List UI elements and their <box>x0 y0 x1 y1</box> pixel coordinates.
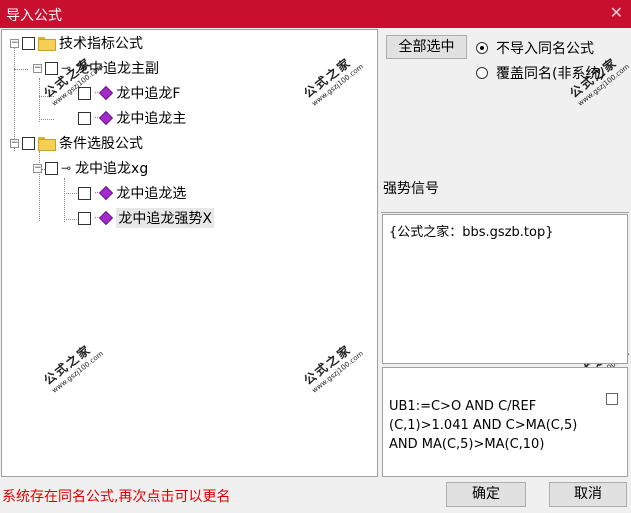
collapse-icon[interactable]: − <box>33 63 42 73</box>
collapse-icon[interactable]: − <box>10 38 19 48</box>
status-message: 系统存在同名公式,再次点击可以更名 <box>2 489 231 505</box>
gem-icon <box>99 210 114 226</box>
ok-button[interactable]: 确定 <box>446 482 526 507</box>
formula-checkbox[interactable] <box>45 161 58 175</box>
key-icon: ⊸ <box>61 161 72 175</box>
formula-line: (C,1)>1.041 AND C>MA(C,5) <box>389 418 578 433</box>
cancel-button[interactable]: 取消 <box>549 482 627 507</box>
radio-skip-duplicates[interactable]: 不导入同名公式 <box>476 38 594 58</box>
item-checkbox[interactable] <box>78 86 91 100</box>
formula-tree[interactable]: − 技术指标公式 − ⊸ 龙中追龙主副 ⋅⋅ 龙中追龙F ⋅⋅ 龙中追龙主 − … <box>1 29 378 477</box>
tree-label-selected: 龙中追龙强势X <box>116 208 214 228</box>
gem-icon <box>99 185 114 201</box>
tree-formula-xg[interactable]: − ⊸ 龙中追龙xg <box>33 158 148 178</box>
folder-icon <box>38 137 56 151</box>
tree-label: 条件选股公式 <box>59 136 143 152</box>
item-checkbox[interactable] <box>78 211 91 225</box>
dots-icon: ⋅⋅ <box>94 112 99 124</box>
description-text: {公式之家：bbs.gszb.top} <box>389 225 554 240</box>
tree-item-zhu[interactable]: ⋅⋅ 龙中追龙主 <box>78 108 186 128</box>
tree-label: 龙中追龙F <box>116 86 181 102</box>
tree-label: 龙中追龙主副 <box>75 61 160 77</box>
window-title: 导入公式 <box>6 8 62 24</box>
close-icon[interactable]: ✕ <box>610 3 623 22</box>
folder-icon <box>38 37 56 51</box>
tree-item-qiangshi[interactable]: ⋅⋅ 龙中追龙强势X <box>78 208 214 228</box>
dots-icon: ⋅⋅ <box>94 212 99 224</box>
tree-label: 技术指标公式 <box>59 36 143 52</box>
tree-formula-zhufu[interactable]: − ⊸ 龙中追龙主副 <box>33 58 159 78</box>
item-checkbox[interactable] <box>78 186 91 200</box>
formula-line: UB1:=C>O AND C/REF <box>389 399 537 414</box>
formula-line: AND MA(C,5)>MA(C,10) <box>389 437 545 452</box>
collapse-icon[interactable]: − <box>33 163 42 173</box>
formula-checkbox[interactable] <box>606 393 618 405</box>
description-box[interactable]: {公式之家：bbs.gszb.top} <box>382 214 628 364</box>
formula-name: 强势信号 <box>383 181 439 197</box>
radio-checked-icon[interactable] <box>476 42 488 54</box>
item-checkbox[interactable] <box>78 111 91 125</box>
radio-label: 覆盖同名(非系统) <box>496 66 605 82</box>
group-checkbox[interactable] <box>22 136 35 150</box>
radio-overwrite[interactable]: 覆盖同名(非系统) <box>476 63 605 83</box>
radio-label: 不导入同名公式 <box>496 41 594 57</box>
tree-label: 龙中追龙主 <box>116 111 187 127</box>
radio-unchecked-icon[interactable] <box>476 67 488 79</box>
formula-checkbox[interactable] <box>45 61 58 75</box>
tree-label: 龙中追龙选 <box>116 186 187 202</box>
gem-icon <box>99 110 114 126</box>
dots-icon: ⋅⋅ <box>94 187 99 199</box>
divider <box>381 212 629 213</box>
formula-code-box[interactable]: UB1:=C>O AND C/REF (C,1)>1.041 AND C>MA(… <box>382 367 628 477</box>
key-icon: ⊸ <box>61 61 72 75</box>
tree-label: 龙中追龙xg <box>75 161 149 177</box>
group-checkbox[interactable] <box>22 36 35 50</box>
collapse-icon[interactable]: − <box>10 138 19 148</box>
title-bar: 导入公式 ✕ <box>0 0 631 28</box>
dots-icon: ⋅⋅ <box>94 87 99 99</box>
select-all-button[interactable]: 全部选中 <box>386 35 467 59</box>
tree-item-f[interactable]: ⋅⋅ 龙中追龙F <box>78 83 180 103</box>
tree-item-xuan[interactable]: ⋅⋅ 龙中追龙选 <box>78 183 186 203</box>
gem-icon <box>99 85 114 101</box>
tree-group-technical[interactable]: − 技术指标公式 <box>10 33 143 53</box>
tree-group-conditional[interactable]: − 条件选股公式 <box>10 133 143 153</box>
